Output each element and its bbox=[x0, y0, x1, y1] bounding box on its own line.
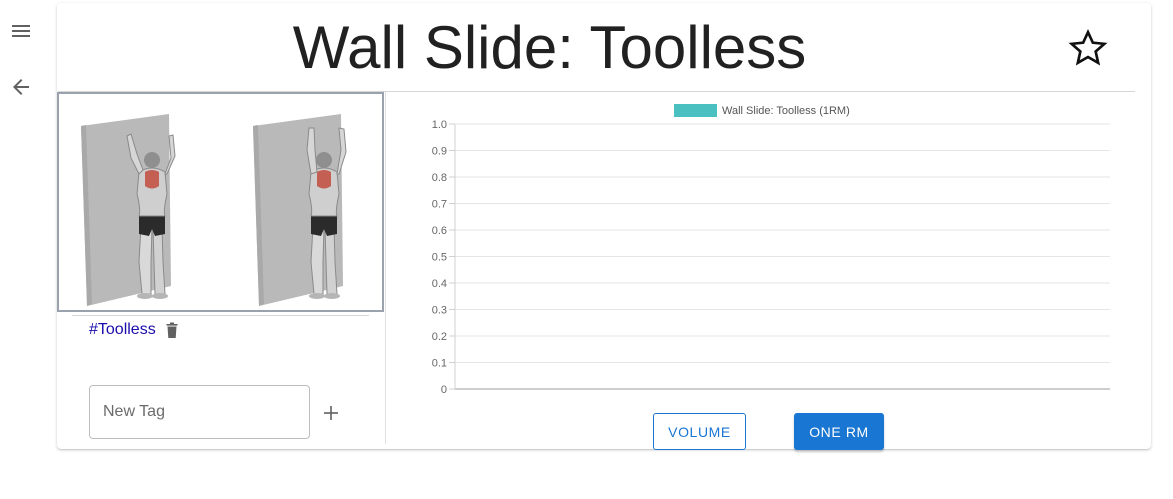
arrow-back-icon[interactable] bbox=[10, 76, 32, 98]
one-rm-chart: 0 0.1 0.2 0.3 0.4 0.5 0.6 0.7 0.8 0.9 1.0 Wall Sli… bbox=[432, 104, 1110, 396]
y-tick-label: 0.7 bbox=[432, 199, 447, 211]
plus-icon[interactable] bbox=[321, 403, 341, 423]
legend-swatch[interactable] bbox=[674, 104, 717, 117]
exercise-figure-end bbox=[253, 114, 347, 306]
y-tick-label: 0.4 bbox=[432, 278, 447, 290]
y-tick-label: 0.1 bbox=[432, 358, 447, 370]
exercise-figure-start bbox=[81, 114, 176, 306]
y-tick-label: 0.9 bbox=[432, 146, 447, 158]
one-rm-button[interactable]: ONE RM bbox=[794, 413, 884, 450]
y-axis-ticks: 0 0.1 0.2 0.3 0.4 0.5 0.6 0.7 0.8 0.9 1.0 bbox=[432, 119, 447, 396]
chart-grid bbox=[449, 123, 1110, 390]
y-tick-label: 0.3 bbox=[432, 305, 447, 317]
page-title: Wall Slide: Toolless bbox=[292, 14, 807, 81]
column-divider bbox=[385, 92, 386, 444]
tags-divider bbox=[72, 315, 369, 316]
y-tick-label: 0.6 bbox=[432, 225, 447, 237]
trash-icon[interactable] bbox=[164, 322, 180, 340]
hamburger-menu-icon[interactable] bbox=[10, 20, 32, 42]
chart-legend[interactable]: Wall Slide: Toolless (1RM) bbox=[674, 104, 850, 117]
new-tag-input[interactable] bbox=[89, 385, 310, 439]
tag-toolless[interactable]: #Toolless bbox=[89, 321, 156, 339]
exercise-image bbox=[57, 92, 384, 312]
y-tick-label: 0.5 bbox=[432, 252, 447, 264]
volume-button[interactable]: VOLUME bbox=[653, 413, 746, 450]
y-tick-label: 0.8 bbox=[432, 172, 447, 184]
star-outline-icon[interactable] bbox=[1068, 28, 1108, 68]
legend-label[interactable]: Wall Slide: Toolless (1RM) bbox=[722, 105, 850, 117]
y-tick-label: 0.2 bbox=[432, 331, 447, 343]
y-tick-label: 0 bbox=[441, 384, 447, 396]
exercise-card: Wall Slide: Toolless #Toolless New Tag 0… bbox=[57, 3, 1151, 450]
y-tick-label: 1.0 bbox=[432, 119, 447, 131]
